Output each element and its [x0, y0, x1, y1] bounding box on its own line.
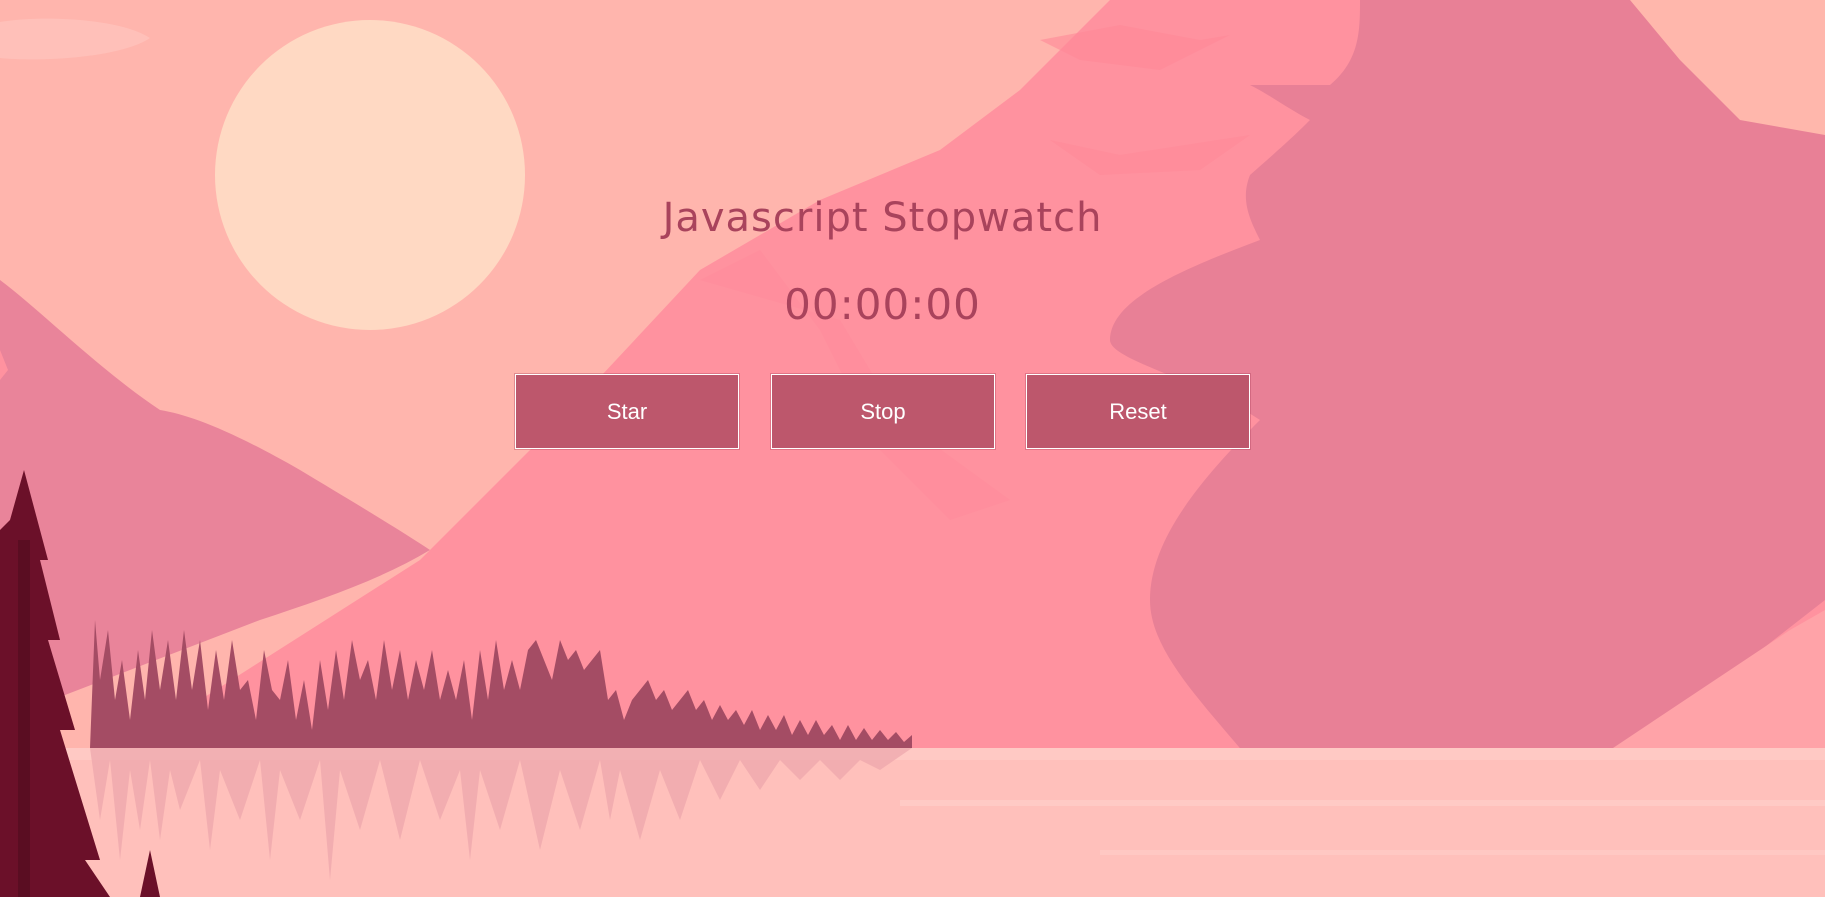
page-title: Javascript Stopwatch	[662, 195, 1103, 241]
reset-button[interactable]: Reset	[1025, 373, 1251, 450]
stop-button[interactable]: Stop	[770, 373, 996, 450]
stopwatch-app: Javascript Stopwatch 00:00:00 Star Stop …	[0, 0, 1825, 897]
start-button[interactable]: Star	[514, 373, 740, 450]
timer-display: 00:00:00	[784, 280, 981, 329]
